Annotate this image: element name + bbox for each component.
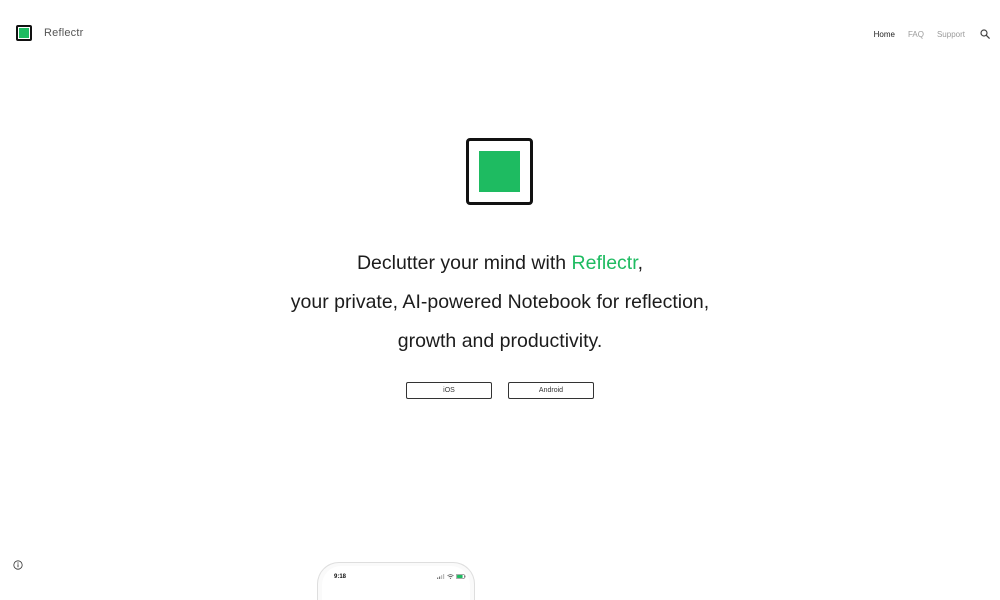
hero-line-3: growth and productivity. [397,330,603,352]
wifi-icon [447,574,454,579]
page: Reflectr Home FAQ Support Declutter your… [0,0,1000,600]
hero-logo-fill [479,151,520,192]
hero-line-1-text: Declutter your mind with [356,252,572,274]
brand-link[interactable]: Reflectr [16,25,84,41]
ios-button[interactable]: iOS [406,382,492,399]
download-buttons: iOS Android [0,382,1000,399]
hero-line-1: Declutter your mind with Reflectr, [0,244,1000,283]
phone-status-bar [437,574,466,579]
hero-line-1-comma: , [637,252,644,274]
main-nav: Home FAQ Support [874,27,992,41]
hero-headline: Declutter your mind with Reflectr, your … [0,244,1000,361]
phone-time: 9:18 [334,574,347,580]
logo-fill [19,28,29,38]
phone-preview: 9:18 [317,562,475,600]
brand-name: Reflectr [44,27,84,39]
nav-home[interactable]: Home [874,30,895,39]
nav-faq[interactable]: FAQ [908,30,924,39]
search-icon[interactable] [978,27,992,41]
reflectr-logo-icon [16,25,32,41]
android-button[interactable]: Android [508,382,594,399]
hero-line-2: your private, AI-powered Notebook for re… [290,291,710,313]
hero-logo-icon [466,138,533,205]
phone-screen: 9:18 [322,566,470,600]
hero-brand-accent: Reflectr [571,252,638,274]
signal-icon [437,574,445,579]
info-icon[interactable] [13,557,23,570]
battery-icon [456,574,466,579]
nav-support[interactable]: Support [937,30,965,39]
site-header: Reflectr Home FAQ Support [0,0,1000,68]
